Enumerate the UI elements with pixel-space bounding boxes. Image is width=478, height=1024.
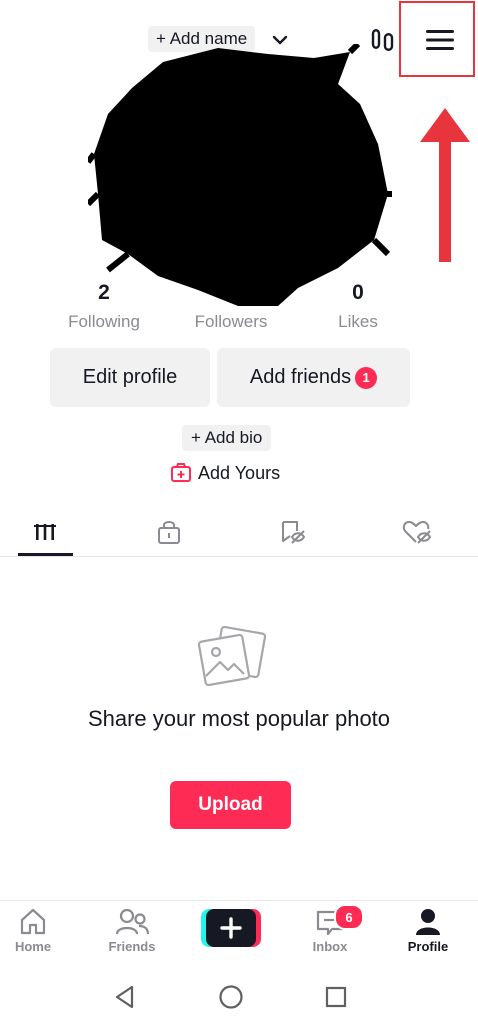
upload-label: Upload [198, 794, 263, 815]
videos-grid-icon [34, 524, 56, 540]
followers-label: Followers [194, 312, 268, 331]
add-yours-icon [171, 463, 191, 482]
nav-friends-label: Friends [108, 939, 156, 954]
create-plus-icon[interactable] [201, 909, 261, 947]
following-count: 2 [98, 281, 110, 304]
edit-profile-label: Edit profile [82, 366, 178, 388]
home-icon [20, 908, 46, 935]
add-friends-label: Add friends [249, 366, 352, 388]
system-nav-bar [0, 970, 478, 1024]
nav-profile[interactable]: Profile [388, 907, 468, 954]
likes-count: 0 [352, 281, 364, 304]
liked-hidden-icon [402, 521, 432, 544]
empty-state-title: Share your most popular photo [87, 706, 391, 731]
followers-count [171, 280, 291, 306]
private-lock-icon [158, 521, 180, 544]
nav-friends[interactable]: Friends [92, 907, 172, 954]
add-yours-button[interactable]: Add Yours [170, 461, 280, 485]
annotation-arrow-up-icon [420, 108, 470, 262]
likes-label: Likes [338, 312, 378, 331]
active-tab-indicator [18, 553, 73, 556]
followers-stat[interactable]: Followers [171, 280, 291, 332]
nav-inbox-label: Inbox [312, 939, 348, 954]
photo-placeholder-icon [198, 626, 266, 686]
tab-reposts[interactable] [263, 508, 323, 556]
nav-home-label: Home [14, 939, 52, 954]
following-label: Following [68, 312, 140, 331]
following-stat[interactable]: 2 Following [44, 280, 164, 332]
content-tabs [0, 508, 478, 557]
tab-videos[interactable] [15, 508, 75, 556]
add-friends-badge: 1 [355, 366, 378, 389]
home-circle-icon[interactable] [217, 983, 245, 1011]
add-yours-label: Add Yours [198, 462, 281, 483]
tab-private[interactable] [139, 508, 199, 556]
add-friends-button[interactable]: Add friends 1 [217, 348, 410, 407]
reposts-icon [282, 521, 306, 544]
edit-profile-button[interactable]: Edit profile [50, 348, 210, 407]
tab-liked[interactable] [387, 508, 447, 556]
profile-icon [416, 909, 440, 935]
recents-square-icon[interactable] [323, 984, 349, 1010]
add-bio-label: + Add bio [191, 428, 263, 447]
friends-icon [115, 908, 149, 935]
avatar-redacted[interactable] [88, 44, 394, 312]
back-triangle-icon[interactable] [112, 984, 138, 1010]
upload-button[interactable]: Upload [170, 781, 291, 829]
inbox-badge: 6 [334, 904, 364, 930]
likes-stat[interactable]: 0 Likes [298, 280, 418, 332]
nav-profile-label: Profile [407, 939, 449, 954]
add-bio-button[interactable]: + Add bio [182, 425, 272, 451]
nav-home[interactable]: Home [0, 907, 73, 954]
menu-highlight-box [399, 1, 475, 77]
